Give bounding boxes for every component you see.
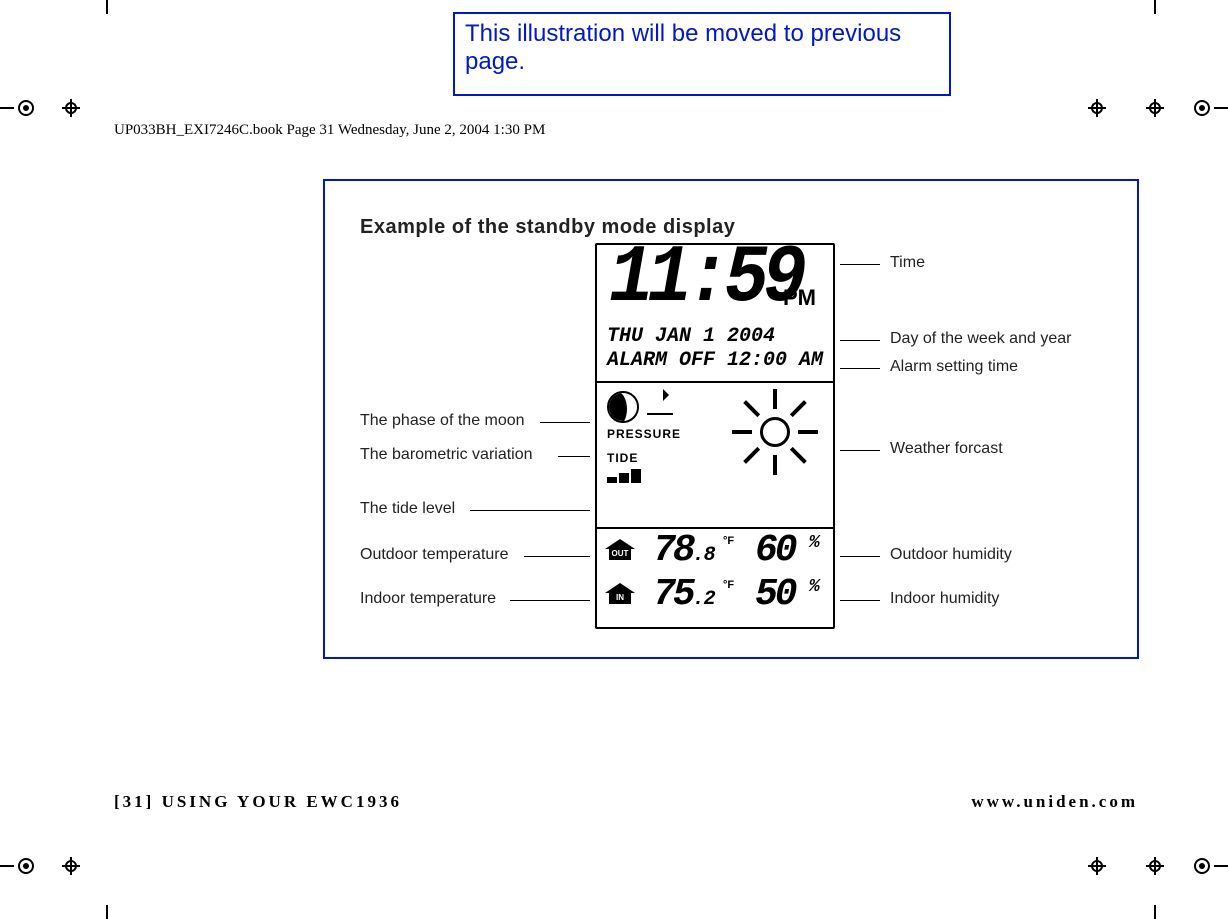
leader-line <box>470 510 590 512</box>
in-hum-unit: % <box>809 577 820 597</box>
reg-dot-icon <box>1194 858 1210 874</box>
callout-baro: The barometric variation <box>360 446 533 464</box>
callout-tide: The tide level <box>360 500 455 518</box>
callout-in-hum: Indoor humidity <box>890 590 999 608</box>
reg-dot-icon <box>1194 100 1210 116</box>
pressure-trend-icon <box>647 395 673 415</box>
house-out-icon: OUT <box>605 539 635 561</box>
sun-icon <box>732 389 818 475</box>
lcd-ampm: PM <box>783 285 816 311</box>
footer-left: [31] USING YOUR EWC1936 <box>114 792 402 812</box>
reg-cross-icon <box>1088 857 1106 875</box>
reg-cross-icon <box>1146 99 1164 117</box>
callout-time: Time <box>890 254 925 272</box>
reg-cross-icon <box>62 857 80 875</box>
reg-dot-icon <box>18 858 34 874</box>
lcd-alarm-line: ALARM OFF 12:00 AM <box>607 349 823 372</box>
callout-weather: Weather forcast <box>890 440 1003 458</box>
pressure-label: PRESSURE <box>607 427 681 441</box>
tide-label: TIDE <box>607 451 638 465</box>
crop-edge <box>0 865 14 867</box>
leader-line <box>540 422 590 424</box>
out-temp: 78.8 <box>653 529 715 572</box>
crop-edge <box>106 905 108 919</box>
in-hum: 50 <box>755 573 795 616</box>
leader-line <box>840 340 880 342</box>
leader-line <box>840 450 880 452</box>
crop-edge <box>0 107 14 109</box>
out-hum: 60 <box>755 529 795 572</box>
editor-note: This illustration will be moved to previ… <box>453 12 951 96</box>
leader-line <box>524 556 590 558</box>
reg-cross-icon <box>1146 857 1164 875</box>
lcd-date-line: THU JAN 1 2004 <box>607 325 775 348</box>
leader-line <box>840 264 880 266</box>
reg-dot-icon <box>18 100 34 116</box>
callout-out-temp: Outdoor temperature <box>360 546 509 564</box>
footer-right: www.uniden.com <box>971 792 1138 812</box>
crop-edge <box>1214 865 1228 867</box>
tide-bars-icon <box>607 465 643 483</box>
crop-edge <box>106 0 108 14</box>
leader-line <box>840 368 880 370</box>
crop-edge <box>1214 107 1228 109</box>
crop-edge <box>1154 0 1156 14</box>
house-in-icon: IN <box>605 583 635 605</box>
callout-in-temp: Indoor temperature <box>360 590 496 608</box>
running-header: UP033BH_EXI7246C.book Page 31 Wednesday,… <box>114 122 545 139</box>
leader-line <box>558 456 590 458</box>
leader-line <box>840 600 880 602</box>
lcd-time: 11:59 <box>609 233 801 325</box>
reg-cross-icon <box>62 99 80 117</box>
out-temp-unit: °F <box>723 535 734 547</box>
callout-moon: The phase of the moon <box>360 412 525 430</box>
callout-out-hum: Outdoor humidity <box>890 546 1012 564</box>
leader-line <box>510 600 590 602</box>
crop-edge <box>1154 905 1156 919</box>
in-temp: 75.2 <box>653 573 715 616</box>
lcd-display: 11:59 PM THU JAN 1 2004 ALARM OFF 12:00 … <box>595 243 835 629</box>
out-hum-unit: % <box>809 533 820 553</box>
in-temp-unit: °F <box>723 579 734 591</box>
reg-cross-icon <box>1088 99 1106 117</box>
callout-day-year: Day of the week and year <box>890 330 1071 348</box>
moon-phase-icon <box>607 391 639 423</box>
callout-alarm: Alarm setting time <box>890 358 1018 376</box>
leader-line <box>840 556 880 558</box>
